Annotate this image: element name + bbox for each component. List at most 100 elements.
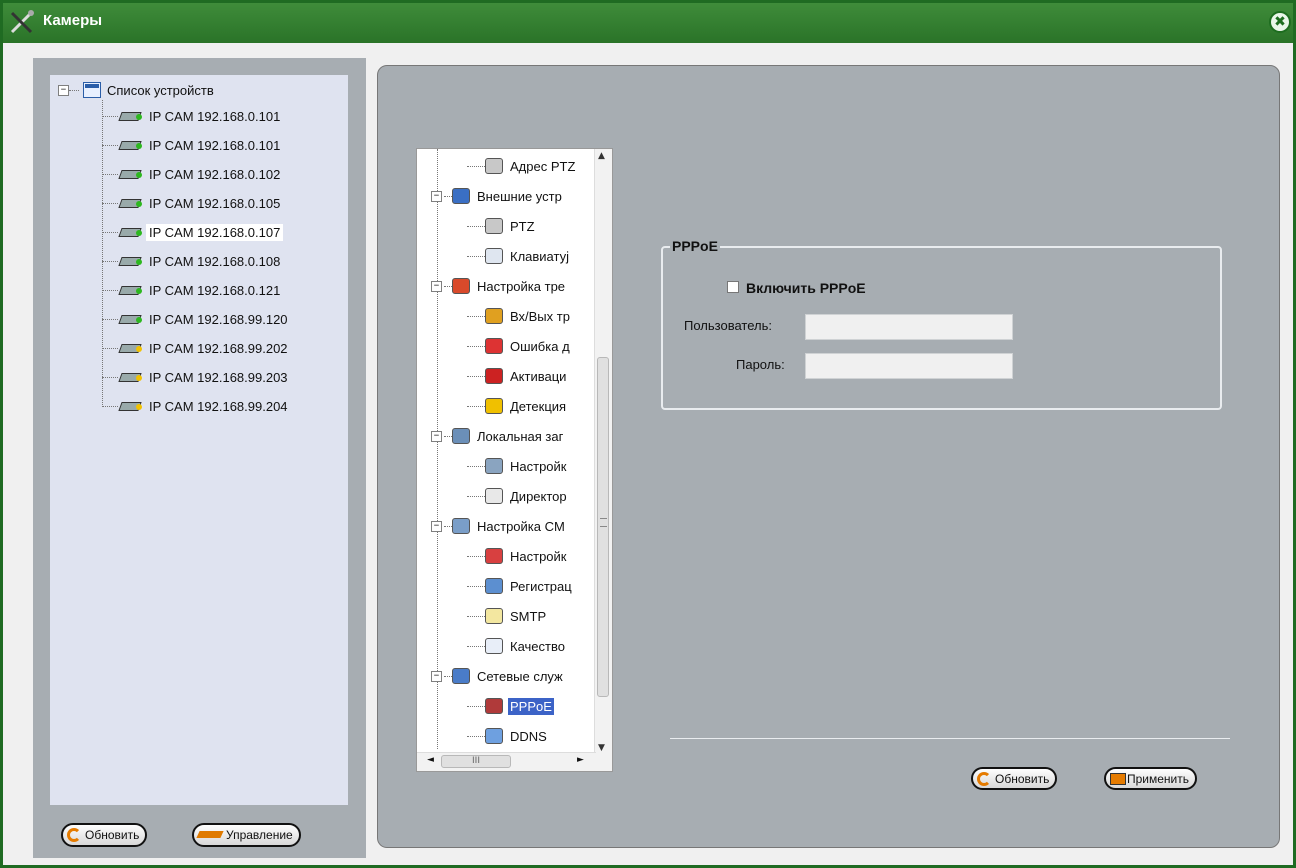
- config-tree-node[interactable]: Адрес PTZ: [467, 155, 577, 177]
- device-item[interactable]: IP CAM 192.168.99.203: [102, 365, 291, 389]
- device-item[interactable]: IP CAM 192.168.0.121: [102, 278, 283, 302]
- config-tree-node[interactable]: Вх/Вых тр: [467, 305, 572, 327]
- device-label: IP CAM 192.168.0.121: [149, 282, 281, 298]
- config-tree-node[interactable]: DDNS: [467, 725, 549, 747]
- config-node-label: Вх/Вых тр: [510, 308, 570, 324]
- manage-button[interactable]: Управление: [192, 823, 301, 847]
- config-tree-node[interactable]: Регистрац: [467, 575, 574, 597]
- apply-icon: [1110, 772, 1126, 785]
- config-node-label: PTZ: [510, 218, 535, 234]
- device-item[interactable]: IP CAM 192.168.0.107: [102, 220, 284, 244]
- camera-icon: [118, 226, 142, 238]
- config-tree-node[interactable]: PTZ: [467, 215, 537, 237]
- collapse-icon[interactable]: −: [431, 520, 442, 532]
- config-tree-node[interactable]: − Настройка CM: [431, 515, 567, 537]
- ptz-camera-icon: [485, 158, 503, 174]
- scroll-left-icon[interactable]: ◄: [427, 755, 434, 765]
- camera-icon: [118, 255, 142, 267]
- device-label: IP CAM 192.168.99.204: [149, 398, 288, 414]
- camera-icon: [118, 168, 142, 180]
- config-node-label: Настройка тре: [477, 278, 566, 294]
- config-node-label: Настройк: [510, 548, 567, 564]
- device-item[interactable]: IP CAM 192.168.99.202: [102, 336, 291, 360]
- device-label: IP CAM 192.168.0.108: [149, 253, 281, 269]
- collapse-icon[interactable]: −: [431, 190, 442, 202]
- device-item[interactable]: IP CAM 192.168.99.204: [102, 394, 291, 418]
- system-settings-icon: [452, 518, 470, 534]
- hscroll-thumb[interactable]: III: [441, 755, 511, 768]
- device-item[interactable]: IP CAM 192.168.0.101: [102, 104, 283, 128]
- directory-icon: [485, 488, 503, 504]
- config-tree-node[interactable]: PPPoE: [467, 695, 554, 717]
- config-node-label: Клавиатуј: [510, 248, 569, 264]
- collapse-icon[interactable]: −: [58, 84, 69, 96]
- manage-icon: [198, 828, 224, 842]
- collapse-icon[interactable]: −: [431, 430, 442, 442]
- activation-icon: [485, 368, 503, 384]
- device-label: IP CAM 192.168.99.202: [149, 340, 288, 356]
- camera-icon: [118, 342, 142, 354]
- enable-pppoe-checkbox[interactable]: [727, 281, 739, 293]
- config-node-label: DDNS: [510, 728, 547, 744]
- right-refresh-button[interactable]: Обновить: [971, 767, 1058, 790]
- camera-icon: [118, 284, 142, 296]
- left-refresh-button[interactable]: Обновить: [61, 823, 148, 847]
- config-tree-node[interactable]: Качество: [467, 635, 567, 657]
- scroll-up-icon[interactable]: ▲: [598, 151, 605, 161]
- config-tree-node[interactable]: − Настройка тре: [431, 275, 567, 297]
- device-item[interactable]: IP CAM 192.168.0.105: [102, 191, 283, 215]
- config-tree-node[interactable]: Детекция: [467, 395, 568, 417]
- config-node-label: PPPoE: [508, 697, 554, 715]
- collapse-icon[interactable]: −: [431, 670, 442, 682]
- ddns-icon: [485, 728, 503, 744]
- scroll-down-icon[interactable]: ▼: [598, 743, 605, 753]
- device-item[interactable]: IP CAM 192.168.0.101: [102, 133, 283, 157]
- close-button[interactable]: ✖: [1269, 11, 1291, 33]
- config-node-label: Ошибка д: [510, 338, 570, 354]
- config-tree-node[interactable]: Активаци: [467, 365, 568, 387]
- config-tree-node[interactable]: SMTP: [467, 605, 548, 627]
- config-tree-node[interactable]: − Сетевые служ: [431, 665, 565, 687]
- collapse-icon[interactable]: −: [431, 280, 442, 292]
- device-item[interactable]: IP CAM 192.168.99.120: [102, 307, 291, 331]
- motion-detection-icon: [485, 398, 503, 414]
- device-item[interactable]: IP CAM 192.168.0.102: [102, 162, 283, 186]
- device-label: IP CAM 192.168.0.102: [149, 166, 281, 182]
- device-panel: − Список устройств IP CAM 192.168.0.101 I…: [33, 58, 366, 858]
- config-tree[interactable]: Адрес PTZ − Внешние устр PTZ Клавиатуј − Настр…: [416, 148, 613, 772]
- device-label: IP CAM 192.168.0.101: [149, 137, 281, 153]
- device-list-icon: [83, 82, 101, 98]
- config-tree-node[interactable]: Настройк: [467, 455, 568, 477]
- scroll-thumb[interactable]: [597, 357, 609, 697]
- separator: [670, 738, 1230, 739]
- config-node-label: Адрес PTZ: [510, 158, 576, 174]
- user-label: Пользователь:: [684, 318, 772, 333]
- config-node-label: SMTP: [510, 608, 547, 624]
- device-item[interactable]: IP CAM 192.168.0.108: [102, 249, 283, 273]
- config-node-label: Качество: [510, 638, 565, 654]
- config-tree-node[interactable]: Настройк: [467, 545, 568, 567]
- config-tree-node[interactable]: − Локальная заг: [431, 425, 565, 447]
- config-tree-node[interactable]: − Внешние устр: [431, 185, 564, 207]
- config-tree-node[interactable]: Директор: [467, 485, 569, 507]
- config-tree-node[interactable]: Клавиатуј: [467, 245, 571, 267]
- config-tree-vscrollbar[interactable]: ▲ ▼: [594, 149, 612, 755]
- settings-book-icon: [485, 548, 503, 564]
- user-input[interactable]: [805, 314, 1013, 340]
- config-tree-hscrollbar[interactable]: ◄ III ►: [417, 752, 596, 771]
- password-input[interactable]: [805, 353, 1013, 379]
- config-tree-node[interactable]: Ошибка д: [467, 335, 572, 357]
- device-label: IP CAM 192.168.99.120: [149, 311, 288, 327]
- alarm-settings-icon: [452, 278, 470, 294]
- camera-icon: [118, 197, 142, 209]
- apply-button[interactable]: Применить: [1104, 767, 1198, 790]
- external-devices-icon: [452, 188, 470, 204]
- config-node-label: Детекция: [510, 398, 567, 414]
- device-tree[interactable]: − Список устройств IP CAM 192.168.0.101 I…: [50, 75, 348, 805]
- device-tree-root[interactable]: − Список устройств: [58, 80, 214, 100]
- tools-icon: [10, 10, 34, 34]
- refresh-icon: [977, 771, 991, 786]
- device-label: IP CAM 192.168.0.107: [146, 223, 284, 241]
- quality-icon: [485, 638, 503, 654]
- scroll-right-icon[interactable]: ►: [577, 755, 584, 765]
